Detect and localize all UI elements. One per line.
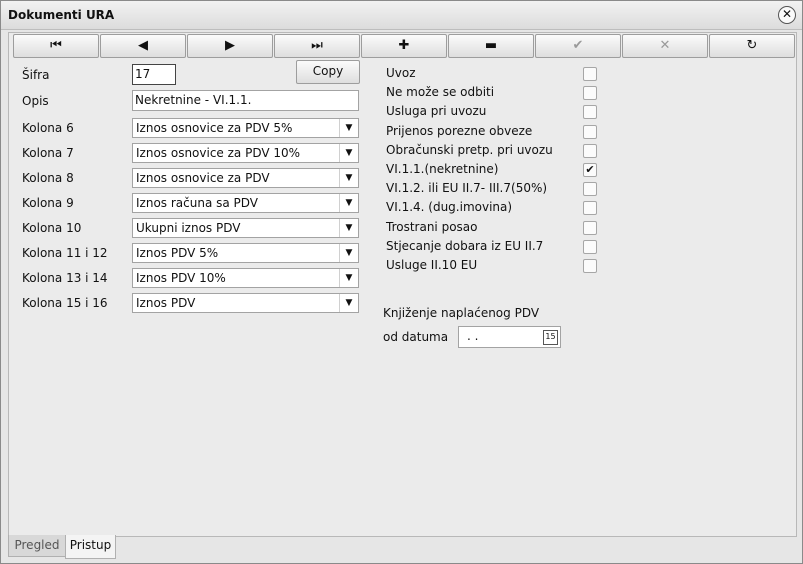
last-record-button[interactable]: ⏭ — [274, 34, 360, 58]
option-checkbox[interactable] — [583, 86, 597, 101]
option-label: Uvoz — [386, 66, 416, 80]
tab-pregled[interactable]: Pregled — [8, 535, 66, 557]
kolona-label: Kolona 13 i 14 — [22, 271, 108, 285]
option-label: Obračunski pretp. pri uvozu — [386, 142, 553, 157]
kolona-value: Iznos PDV 5% — [136, 246, 219, 260]
previous-record-button[interactable]: ◀ — [100, 34, 186, 58]
option-checkbox[interactable] — [583, 239, 597, 254]
kolona-select[interactable]: Iznos osnovice za PDV 10% ▼ — [132, 143, 359, 163]
option-checkbox[interactable] — [583, 105, 597, 120]
kolona-label: Kolona 6 — [22, 121, 74, 135]
kolona-select[interactable]: Iznos PDV ▼ — [132, 293, 359, 313]
chevron-down-icon[interactable]: ▼ — [339, 244, 358, 262]
option-checkbox[interactable] — [583, 67, 597, 81]
knjizenje-title: Knjiženje naplaćenog PDV — [383, 306, 540, 320]
kolona-select[interactable]: Ukupni iznos PDV ▼ — [132, 218, 359, 238]
chevron-down-icon[interactable]: ▼ — [339, 269, 358, 287]
chevron-down-icon[interactable]: ▼ — [339, 119, 358, 137]
cancel-button[interactable]: ✕ — [622, 34, 708, 58]
kolona-label: Kolona 8 — [22, 171, 74, 185]
kolona-label: Kolona 15 i 16 — [22, 296, 108, 310]
option-checkbox[interactable] — [583, 220, 597, 235]
tab-pristup[interactable]: Pristup — [65, 535, 116, 559]
option-label: Prijenos porezne obveze — [386, 123, 533, 138]
od-datuma-input[interactable]: . . 15 — [458, 326, 561, 348]
kolona-select[interactable]: Iznos osnovice za PDV 5% ▼ — [132, 118, 359, 138]
kolona-value: Iznos osnovice za PDV 5% — [136, 121, 293, 135]
option-checkbox[interactable] — [583, 201, 597, 216]
first-record-button[interactable]: ⏮ — [13, 34, 99, 58]
kolona-label: Kolona 7 — [22, 146, 74, 160]
option-label: Stjecanje dobara iz EU II.7 — [386, 238, 544, 253]
delete-record-button[interactable]: ▬ — [448, 34, 534, 58]
kolona-select[interactable]: Iznos PDV 5% ▼ — [132, 243, 359, 263]
add-record-button[interactable]: ✚ — [361, 34, 447, 58]
option-checkbox[interactable] — [583, 259, 597, 273]
option-label: Usluge II.10 EU — [386, 258, 478, 272]
kolona-label: Kolona 9 — [22, 196, 74, 210]
chevron-down-icon[interactable]: ▼ — [339, 219, 358, 237]
kolona-select[interactable]: Iznos računa sa PDV ▼ — [132, 193, 359, 213]
option-checkbox[interactable] — [583, 182, 597, 197]
copy-button[interactable]: Copy — [296, 60, 360, 84]
chevron-down-icon[interactable]: ▼ — [339, 144, 358, 162]
opis-input[interactable]: Nekretnine - VI.1.1. — [132, 90, 359, 111]
sifra-input[interactable]: 17 — [132, 64, 176, 85]
calendar-icon[interactable]: 15 — [543, 330, 558, 345]
confirm-button[interactable]: ✔ — [535, 34, 621, 58]
option-label: VI.1.1.(nekretnine) — [386, 162, 499, 176]
kolona-value: Iznos PDV — [136, 296, 196, 310]
kolona-select[interactable]: Iznos osnovice za PDV ▼ — [132, 168, 359, 188]
option-label: Usluga pri uvozu — [386, 104, 487, 119]
opis-label: Opis — [22, 94, 49, 108]
chevron-down-icon[interactable]: ▼ — [339, 169, 358, 187]
option-checkbox[interactable]: ✔ — [583, 163, 597, 177]
option-label: Trostrani posao — [386, 219, 478, 234]
sifra-label: Šifra — [22, 68, 50, 82]
kolona-value: Iznos osnovice za PDV — [136, 171, 270, 185]
form-panel: ⏮ ◀ ▶ ⏭ ✚ ▬ ✔ ✕ ↻ Šifra 17 Copy Opis Nek… — [8, 32, 797, 537]
kolona-label: Kolona 11 i 12 — [22, 246, 108, 260]
kolona-value: Ukupni iznos PDV — [136, 221, 241, 235]
close-icon[interactable]: ✕ — [778, 6, 796, 24]
chevron-down-icon[interactable]: ▼ — [339, 294, 358, 312]
refresh-button[interactable]: ↻ — [709, 34, 795, 58]
title-bar: Dokumenti URA ✕ — [1, 1, 802, 30]
option-label: Ne može se odbiti — [386, 85, 495, 100]
od-datuma-label: od datuma — [383, 330, 449, 344]
checkmark-icon: ✔ — [585, 163, 595, 176]
option-label: VI.1.4. (dug.imovina) — [386, 200, 513, 215]
od-datuma-value: . . — [467, 329, 479, 343]
dokumenti-ura-window: Dokumenti URA ✕ ⏮ ◀ ▶ ⏭ ✚ ▬ ✔ ✕ ↻ Šifra … — [0, 0, 803, 564]
chevron-down-icon[interactable]: ▼ — [339, 194, 358, 212]
option-checkbox[interactable] — [583, 143, 597, 158]
next-record-button[interactable]: ▶ — [187, 34, 273, 58]
kolona-value: Iznos PDV 10% — [136, 271, 226, 285]
option-label: VI.1.2. ili EU II.7- III.7(50%) — [386, 181, 548, 196]
kolona-select[interactable]: Iznos PDV 10% ▼ — [132, 268, 359, 288]
window-title: Dokumenti URA — [8, 8, 115, 22]
kolona-label: Kolona 10 — [22, 221, 82, 235]
kolona-value: Iznos osnovice za PDV 10% — [136, 146, 301, 160]
option-checkbox[interactable] — [583, 124, 597, 139]
kolona-value: Iznos računa sa PDV — [136, 196, 259, 210]
